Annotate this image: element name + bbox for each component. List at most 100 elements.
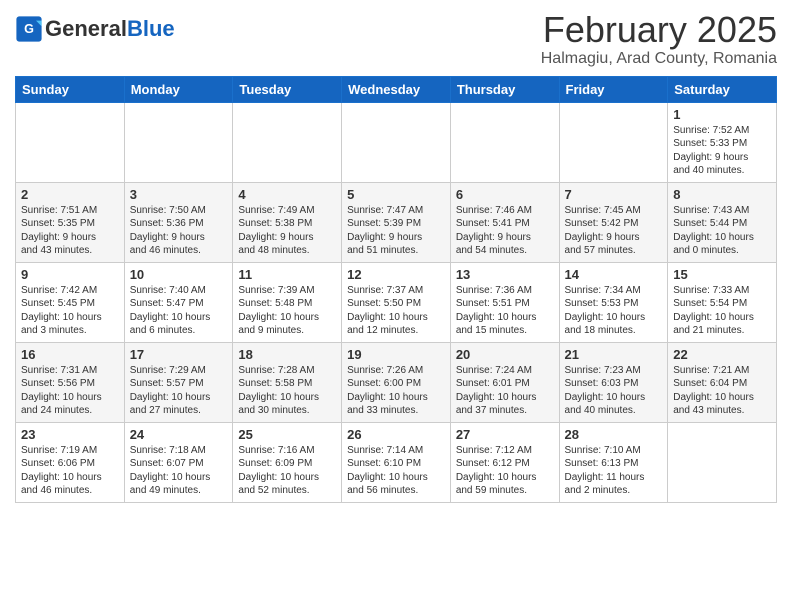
day-number: 7: [565, 187, 663, 202]
day-number: 1: [673, 107, 771, 122]
calendar-cell: 25 Sunrise: 7:16 AM Sunset: 6:09 PM Dayli…: [233, 422, 342, 502]
day-number: 11: [238, 267, 336, 282]
day-info: Sunrise: 7:47 AM Sunset: 5:39 PM Dayligh…: [347, 204, 445, 258]
calendar-cell: 1Sunrise: 7:52 AM Sunset: 5:33 PM Daylig…: [668, 102, 777, 182]
day-header-saturday: Saturday: [668, 76, 777, 102]
day-info: Sunrise: 7:26 AM Sunset: 6:00 PM Dayligh…: [347, 364, 445, 418]
calendar-cell: 20Sunrise: 7:24 AM Sunset: 6:01 PM Dayli…: [450, 342, 559, 422]
day-number: 13: [456, 267, 554, 282]
day-number: 8: [673, 187, 771, 202]
day-info: Sunrise: 7:37 AM Sunset: 5:50 PM Dayligh…: [347, 284, 445, 338]
day-header-tuesday: Tuesday: [233, 76, 342, 102]
day-header-wednesday: Wednesday: [342, 76, 451, 102]
header: G GeneralBlue February 2025 Halmagiu, Ar…: [15, 10, 777, 68]
day-info: Sunrise: 7:14 AM Sunset: 6:10 PM Dayligh…: [347, 444, 445, 498]
day-info: Sunrise: 7:43 AM Sunset: 5:44 PM Dayligh…: [673, 204, 771, 258]
calendar-cell: 8 Sunrise: 7:43 AM Sunset: 5:44 PM Daylig…: [668, 182, 777, 262]
day-info: Sunrise: 7:51 AM Sunset: 5:35 PM Dayligh…: [21, 204, 119, 258]
day-number: 25: [238, 427, 336, 442]
day-header-monday: Monday: [124, 76, 233, 102]
day-info: Sunrise: 7:34 AM Sunset: 5:53 PM Dayligh…: [565, 284, 663, 338]
calendar-cell: 22 Sunrise: 7:21 AM Sunset: 6:04 PM Dayli…: [668, 342, 777, 422]
day-info: Sunrise: 7:19 AM Sunset: 6:06 PM Dayligh…: [21, 444, 119, 498]
calendar-cell: 5 Sunrise: 7:47 AM Sunset: 5:39 PM Daylig…: [342, 182, 451, 262]
day-info: Sunrise: 7:23 AM Sunset: 6:03 PM Dayligh…: [565, 364, 663, 418]
logo-general-text: General: [45, 16, 127, 41]
calendar-cell: 17 Sunrise: 7:29 AM Sunset: 5:57 PM Dayli…: [124, 342, 233, 422]
calendar-cell: [16, 102, 125, 182]
calendar-week-5: 23 Sunrise: 7:19 AM Sunset: 6:06 PM Dayli…: [16, 422, 777, 502]
day-header-thursday: Thursday: [450, 76, 559, 102]
day-number: 23: [21, 427, 119, 442]
calendar-cell: [124, 102, 233, 182]
calendar-header-row: SundayMondayTuesdayWednesdayThursdayFrid…: [16, 76, 777, 102]
day-header-sunday: Sunday: [16, 76, 125, 102]
calendar-cell: [668, 422, 777, 502]
day-number: 16: [21, 347, 119, 362]
day-number: 24: [130, 427, 228, 442]
day-info: Sunrise: 7:21 AM Sunset: 6:04 PM Dayligh…: [673, 364, 771, 418]
calendar: SundayMondayTuesdayWednesdayThursdayFrid…: [15, 76, 777, 503]
day-info: Sunrise: 7:45 AM Sunset: 5:42 PM Dayligh…: [565, 204, 663, 258]
calendar-cell: 6 Sunrise: 7:46 AM Sunset: 5:41 PM Daylig…: [450, 182, 559, 262]
day-number: 17: [130, 347, 228, 362]
calendar-cell: 4 Sunrise: 7:49 AM Sunset: 5:38 PM Daylig…: [233, 182, 342, 262]
day-info: Sunrise: 7:16 AM Sunset: 6:09 PM Dayligh…: [238, 444, 336, 498]
calendar-cell: 12Sunrise: 7:37 AM Sunset: 5:50 PM Dayli…: [342, 262, 451, 342]
calendar-cell: 10Sunrise: 7:40 AM Sunset: 5:47 PM Dayli…: [124, 262, 233, 342]
calendar-week-1: 1Sunrise: 7:52 AM Sunset: 5:33 PM Daylig…: [16, 102, 777, 182]
calendar-cell: 14 Sunrise: 7:34 AM Sunset: 5:53 PM Dayli…: [559, 262, 668, 342]
day-info: Sunrise: 7:40 AM Sunset: 5:47 PM Dayligh…: [130, 284, 228, 338]
calendar-cell: 26 Sunrise: 7:14 AM Sunset: 6:10 PM Dayli…: [342, 422, 451, 502]
calendar-week-4: 16Sunrise: 7:31 AM Sunset: 5:56 PM Dayli…: [16, 342, 777, 422]
day-number: 6: [456, 187, 554, 202]
calendar-cell: 13Sunrise: 7:36 AM Sunset: 5:51 PM Dayli…: [450, 262, 559, 342]
calendar-cell: [559, 102, 668, 182]
logo-blue-text: Blue: [127, 16, 175, 41]
day-info: Sunrise: 7:46 AM Sunset: 5:41 PM Dayligh…: [456, 204, 554, 258]
day-info: Sunrise: 7:24 AM Sunset: 6:01 PM Dayligh…: [456, 364, 554, 418]
day-info: Sunrise: 7:33 AM Sunset: 5:54 PM Dayligh…: [673, 284, 771, 338]
calendar-cell: 21 Sunrise: 7:23 AM Sunset: 6:03 PM Dayli…: [559, 342, 668, 422]
svg-text:G: G: [24, 22, 34, 36]
calendar-cell: 16Sunrise: 7:31 AM Sunset: 5:56 PM Dayli…: [16, 342, 125, 422]
calendar-cell: 24 Sunrise: 7:18 AM Sunset: 6:07 PM Dayli…: [124, 422, 233, 502]
day-info: Sunrise: 7:49 AM Sunset: 5:38 PM Dayligh…: [238, 204, 336, 258]
day-number: 26: [347, 427, 445, 442]
day-number: 2: [21, 187, 119, 202]
day-number: 9: [21, 267, 119, 282]
day-info: Sunrise: 7:29 AM Sunset: 5:57 PM Dayligh…: [130, 364, 228, 418]
calendar-cell: 23 Sunrise: 7:19 AM Sunset: 6:06 PM Dayli…: [16, 422, 125, 502]
title-area: February 2025 Halmagiu, Arad County, Rom…: [541, 10, 777, 68]
logo-icon: G: [15, 15, 43, 43]
calendar-week-2: 2 Sunrise: 7:51 AM Sunset: 5:35 PM Daylig…: [16, 182, 777, 262]
day-header-friday: Friday: [559, 76, 668, 102]
calendar-cell: 19 Sunrise: 7:26 AM Sunset: 6:00 PM Dayli…: [342, 342, 451, 422]
calendar-cell: 3Sunrise: 7:50 AM Sunset: 5:36 PM Daylig…: [124, 182, 233, 262]
day-number: 14: [565, 267, 663, 282]
calendar-cell: 11 Sunrise: 7:39 AM Sunset: 5:48 PM Dayli…: [233, 262, 342, 342]
calendar-cell: 27 Sunrise: 7:12 AM Sunset: 6:12 PM Dayli…: [450, 422, 559, 502]
calendar-cell: 2 Sunrise: 7:51 AM Sunset: 5:35 PM Daylig…: [16, 182, 125, 262]
calendar-cell: 15 Sunrise: 7:33 AM Sunset: 5:54 PM Dayli…: [668, 262, 777, 342]
calendar-cell: 18Sunrise: 7:28 AM Sunset: 5:58 PM Dayli…: [233, 342, 342, 422]
calendar-week-3: 9 Sunrise: 7:42 AM Sunset: 5:45 PM Daylig…: [16, 262, 777, 342]
calendar-cell: [342, 102, 451, 182]
day-info: Sunrise: 7:12 AM Sunset: 6:12 PM Dayligh…: [456, 444, 554, 498]
day-number: 28: [565, 427, 663, 442]
day-number: 4: [238, 187, 336, 202]
month-title: February 2025: [541, 10, 777, 50]
day-number: 21: [565, 347, 663, 362]
day-number: 19: [347, 347, 445, 362]
day-number: 22: [673, 347, 771, 362]
day-info: Sunrise: 7:39 AM Sunset: 5:48 PM Dayligh…: [238, 284, 336, 338]
day-info: Sunrise: 7:50 AM Sunset: 5:36 PM Dayligh…: [130, 204, 228, 258]
day-info: Sunrise: 7:18 AM Sunset: 6:07 PM Dayligh…: [130, 444, 228, 498]
day-number: 27: [456, 427, 554, 442]
day-number: 15: [673, 267, 771, 282]
day-info: Sunrise: 7:42 AM Sunset: 5:45 PM Dayligh…: [21, 284, 119, 338]
day-info: Sunrise: 7:28 AM Sunset: 5:58 PM Dayligh…: [238, 364, 336, 418]
calendar-cell: 7 Sunrise: 7:45 AM Sunset: 5:42 PM Daylig…: [559, 182, 668, 262]
logo: G GeneralBlue: [15, 15, 175, 43]
day-number: 5: [347, 187, 445, 202]
